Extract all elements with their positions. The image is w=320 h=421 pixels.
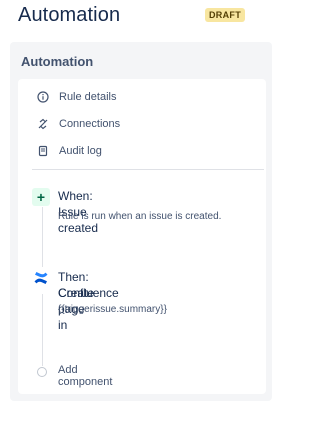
add-component-dot-icon <box>37 367 47 377</box>
page-title: Automation <box>18 4 121 26</box>
info-icon <box>36 90 50 104</box>
panel-title: Automation <box>21 54 94 69</box>
nav-item-audit-log[interactable]: Audit log <box>36 142 102 160</box>
nav-label: Audit log <box>59 145 102 157</box>
trigger-description: Rule is run when an issue is created. <box>58 211 222 222</box>
flow-connector <box>42 207 43 267</box>
nav-label: Rule details <box>59 91 117 103</box>
page-header: Automation DRAFT <box>18 2 278 32</box>
action-title-line2: Confluence <box>58 286 119 300</box>
nav-item-connections[interactable]: Connections <box>36 115 120 133</box>
divider <box>32 169 264 170</box>
automation-panel: Automation Rule details Connections Audi… <box>10 42 272 401</box>
nav-item-rule-details[interactable]: Rule details <box>36 88 116 106</box>
action-title-line1: Then: Create page in <box>58 270 95 332</box>
flow-connector <box>42 294 43 366</box>
connections-icon <box>36 117 50 131</box>
action-detail: {{triggerissue.summary}} <box>58 304 167 315</box>
add-component-label[interactable]: Add component <box>58 364 112 388</box>
confluence-icon <box>32 269 50 287</box>
nav-label: Connections <box>59 118 121 130</box>
audit-log-icon <box>36 144 50 158</box>
automation-card: Rule details Connections Audit log + Whe… <box>18 79 266 394</box>
status-badge: DRAFT <box>205 8 245 22</box>
plus-icon: + <box>32 188 50 206</box>
